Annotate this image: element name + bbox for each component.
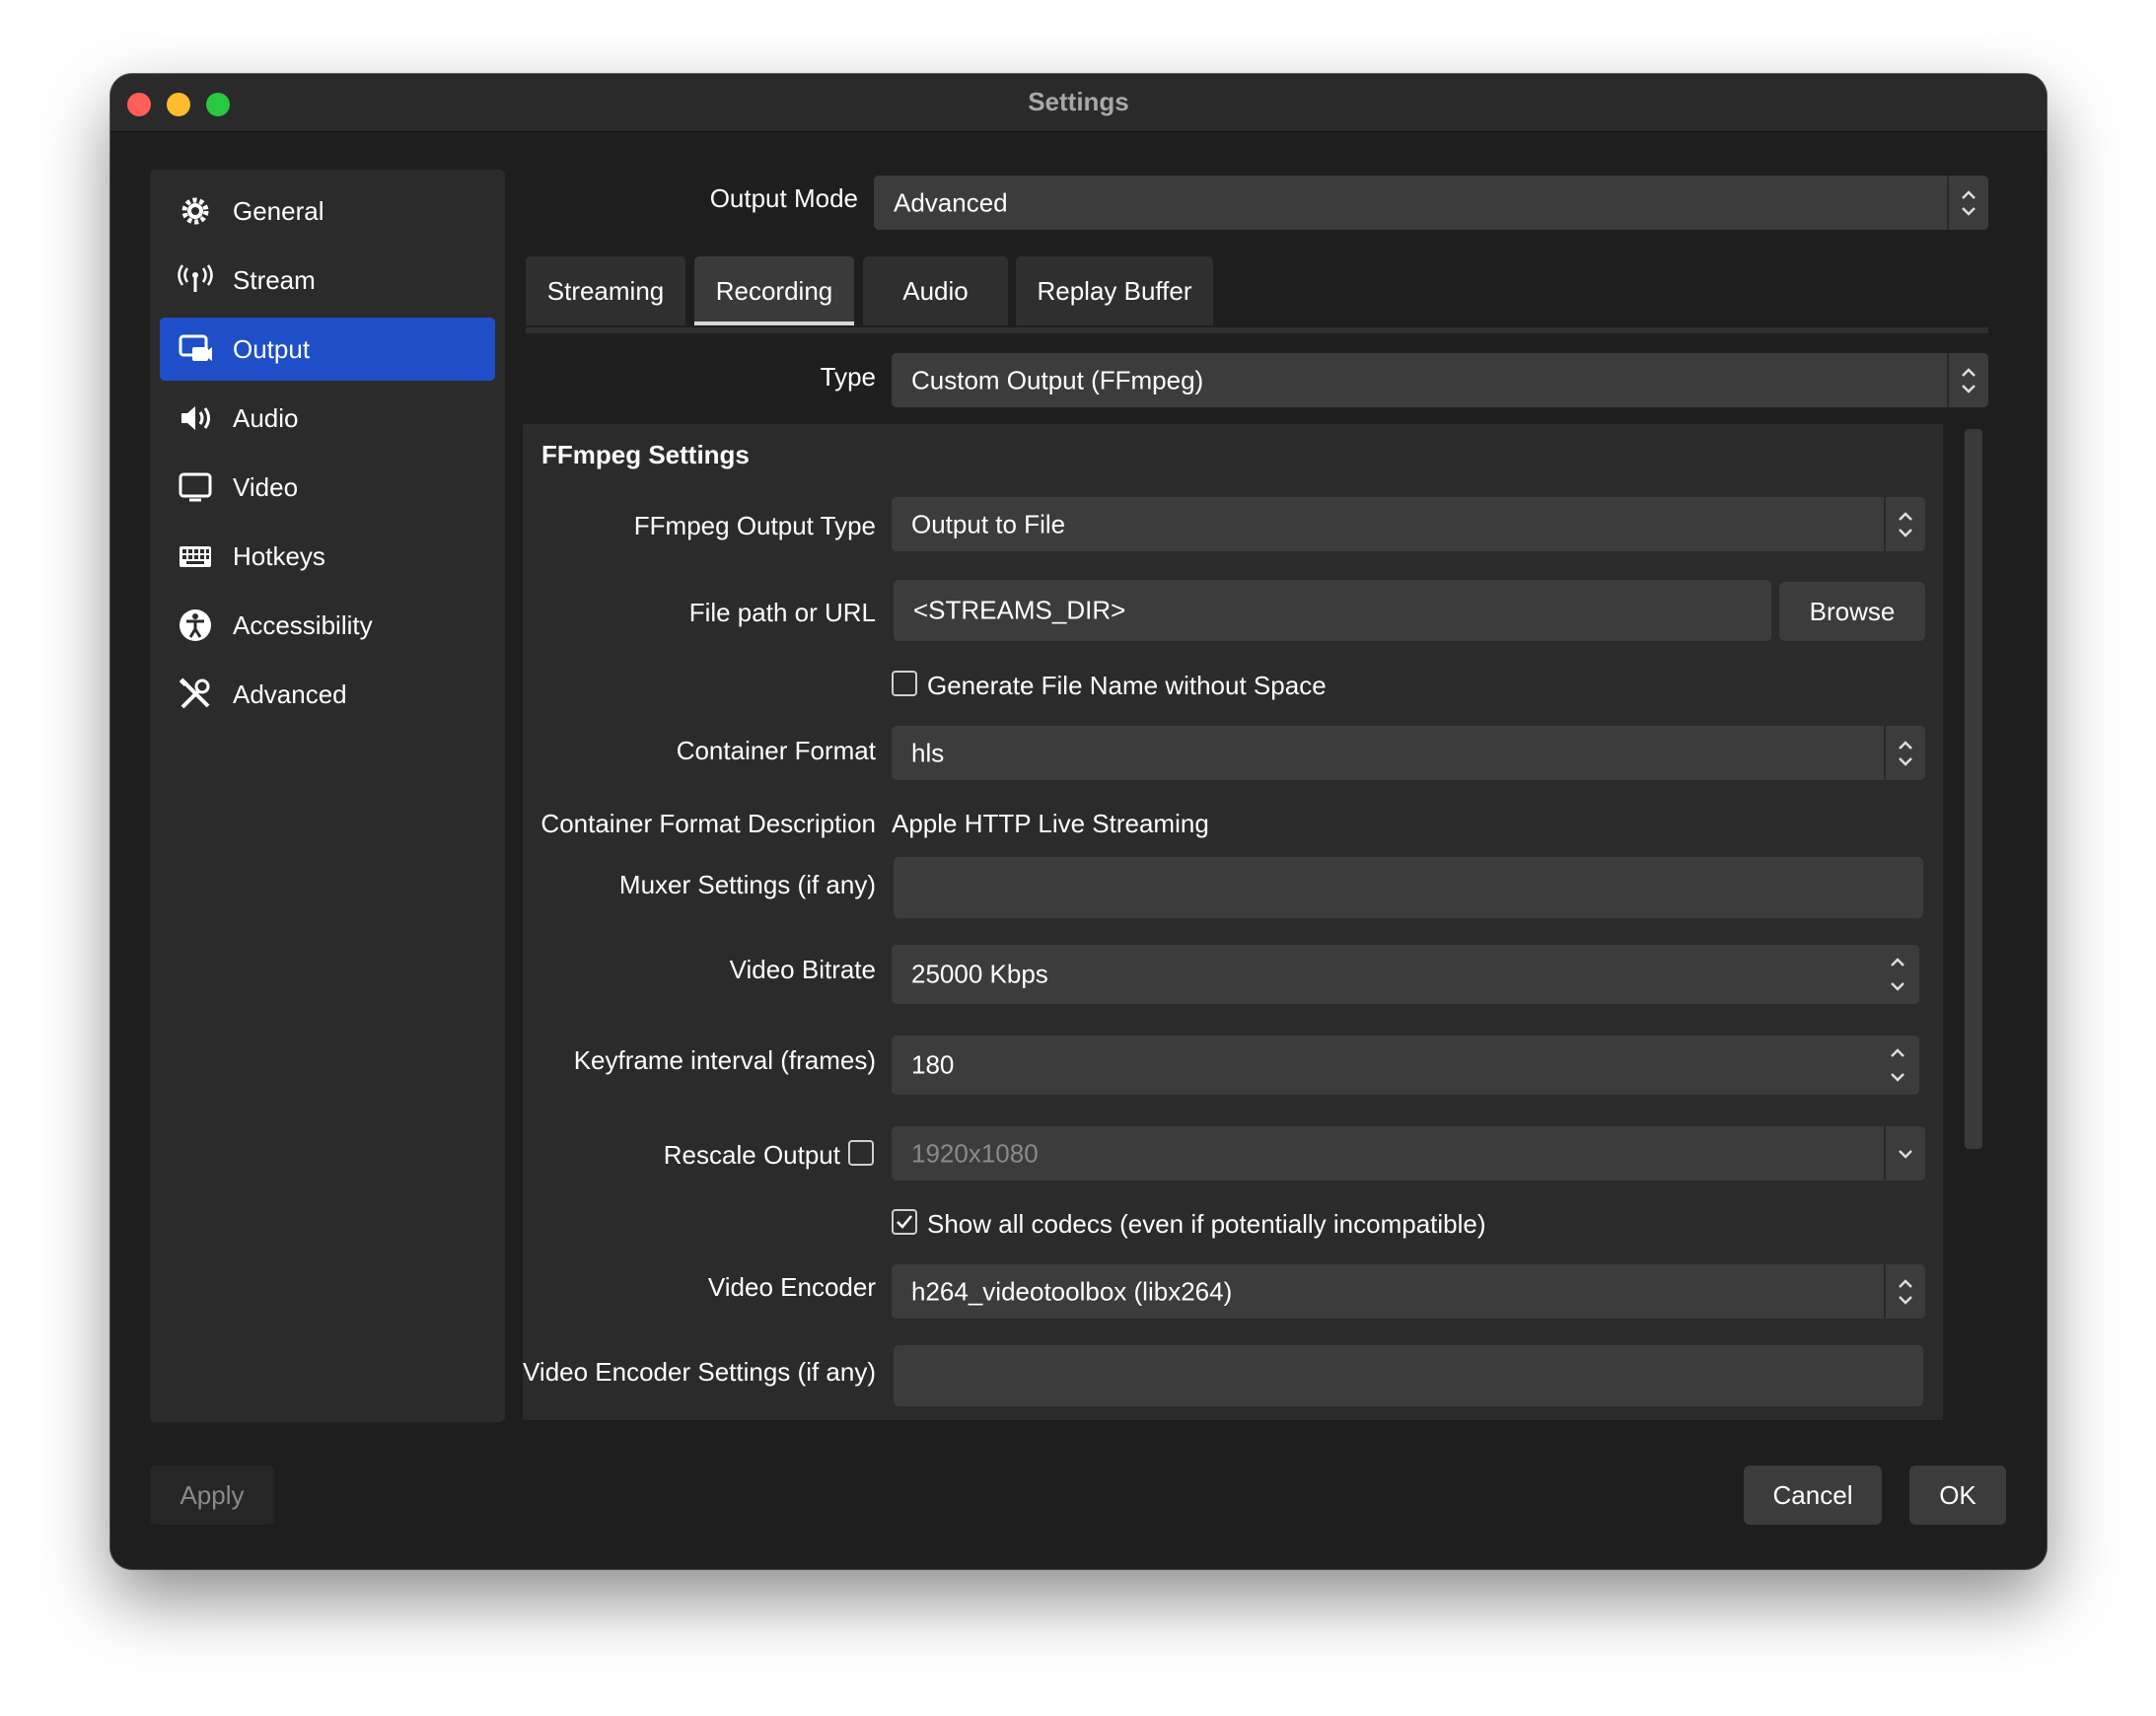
sidebar-item-label: Output bbox=[233, 334, 311, 364]
accessibility-icon bbox=[180, 609, 211, 641]
updown-chevron-icon bbox=[1884, 1264, 1925, 1319]
sidebar-item-label: Stream bbox=[233, 265, 316, 295]
rescale-output-label: Rescale Output bbox=[663, 1140, 840, 1170]
sidebar-item-video[interactable]: Video bbox=[160, 456, 495, 519]
spin-arrows-icon[interactable] bbox=[1886, 953, 1909, 996]
tab-recording[interactable]: Recording bbox=[694, 256, 854, 325]
sidebar-item-label: Audio bbox=[233, 403, 299, 433]
keyframe-interval-spinbox[interactable]: 180 bbox=[892, 1036, 1919, 1095]
sidebar-item-advanced[interactable]: Advanced bbox=[160, 663, 495, 726]
sidebar-item-audio[interactable]: Audio bbox=[160, 387, 495, 450]
ok-button[interactable]: OK bbox=[1909, 1466, 2006, 1525]
checkmark-icon bbox=[897, 1215, 912, 1229]
file-path-input[interactable]: <STREAMS_DIR> bbox=[894, 580, 1771, 641]
updown-chevron-icon bbox=[1947, 176, 1988, 230]
output-mode-label: Output Mode bbox=[709, 183, 858, 213]
container-format-description-value: Apple HTTP Live Streaming bbox=[892, 809, 1209, 838]
ffmpeg-output-type-label: FFmpeg Output Type bbox=[633, 511, 876, 540]
gear-icon bbox=[181, 197, 209, 225]
generate-file-name-checkbox[interactable] bbox=[892, 671, 917, 696]
type-label: Type bbox=[820, 362, 876, 392]
cancel-button[interactable]: Cancel bbox=[1744, 1466, 1882, 1525]
speaker-icon bbox=[181, 406, 210, 430]
video-bitrate-spinbox[interactable]: 25000 Kbps bbox=[892, 945, 1919, 1004]
container-format-select[interactable]: hls bbox=[892, 726, 1925, 780]
browse-button[interactable]: Browse bbox=[1779, 582, 1925, 641]
video-encoder-settings-label: Video Encoder Settings (if any) bbox=[523, 1357, 876, 1387]
tab-streaming[interactable]: Streaming bbox=[526, 256, 685, 325]
video-encoder-select[interactable]: h264_videotoolbox (libx264) bbox=[892, 1264, 1925, 1319]
container-format-label: Container Format bbox=[676, 736, 876, 765]
rescale-resolution-select[interactable]: 1920x1080 bbox=[892, 1126, 1925, 1180]
keyframe-interval-label: Keyframe interval (frames) bbox=[573, 1045, 876, 1075]
title-bar: Settings bbox=[110, 74, 2047, 132]
apply-button[interactable]: Apply bbox=[150, 1466, 274, 1525]
rescale-output-checkbox[interactable] bbox=[848, 1140, 874, 1166]
sidebar-item-general[interactable]: General bbox=[160, 179, 495, 243]
ffmpeg-settings-title: FFmpeg Settings bbox=[541, 440, 750, 469]
antenna-icon bbox=[178, 264, 213, 292]
sidebar-item-output[interactable]: Output bbox=[160, 318, 495, 381]
updown-chevron-icon bbox=[1884, 726, 1925, 780]
show-all-codecs-checkbox[interactable] bbox=[892, 1209, 917, 1235]
type-select[interactable]: Custom Output (FFmpeg) bbox=[892, 353, 1988, 407]
monitor-icon bbox=[179, 472, 212, 502]
video-encoder-label: Video Encoder bbox=[707, 1272, 876, 1302]
tab-replay-buffer[interactable]: Replay Buffer bbox=[1016, 256, 1213, 325]
tools-icon bbox=[179, 678, 210, 709]
tab-audio[interactable]: Audio bbox=[863, 256, 1008, 325]
output-mode-select[interactable]: Advanced bbox=[874, 176, 1988, 230]
generate-file-name-label: Generate File Name without Space bbox=[927, 671, 1327, 700]
chevron-down-icon bbox=[1884, 1126, 1925, 1180]
window-title: Settings bbox=[1028, 87, 1129, 116]
sidebar-item-label: Advanced bbox=[233, 679, 347, 709]
sidebar-item-label: Video bbox=[233, 472, 299, 502]
ffmpeg-output-type-select[interactable]: Output to File bbox=[892, 497, 1925, 551]
sidebar-item-label: Hotkeys bbox=[233, 541, 325, 571]
muxer-settings-input[interactable] bbox=[894, 857, 1923, 918]
muxer-settings-label: Muxer Settings (if any) bbox=[618, 870, 876, 899]
file-path-label: File path or URL bbox=[688, 598, 876, 627]
updown-chevron-icon bbox=[1947, 353, 1988, 407]
keyboard-icon bbox=[180, 546, 211, 567]
output-icon bbox=[179, 334, 212, 361]
video-bitrate-label: Video Bitrate bbox=[729, 955, 876, 984]
sidebar-item-hotkeys[interactable]: Hotkeys bbox=[160, 525, 495, 588]
sidebar-item-label: General bbox=[233, 196, 324, 226]
sidebar-item-stream[interactable]: Stream bbox=[160, 249, 495, 312]
sidebar-item-accessibility[interactable]: Accessibility bbox=[160, 594, 495, 657]
sidebar-item-label: Accessibility bbox=[233, 610, 373, 640]
sidebar: General Stream Output Audio Video Hotkey… bbox=[150, 170, 505, 1422]
spin-arrows-icon[interactable] bbox=[1886, 1043, 1909, 1087]
updown-chevron-icon bbox=[1884, 497, 1925, 551]
settings-scrollbar[interactable] bbox=[1965, 429, 1982, 1149]
video-encoder-settings-input[interactable] bbox=[894, 1345, 1923, 1406]
container-format-description-label: Container Format Description bbox=[540, 809, 876, 838]
show-all-codecs-label: Show all codecs (even if potentially inc… bbox=[927, 1209, 1486, 1239]
tab-divider bbox=[526, 327, 1988, 333]
